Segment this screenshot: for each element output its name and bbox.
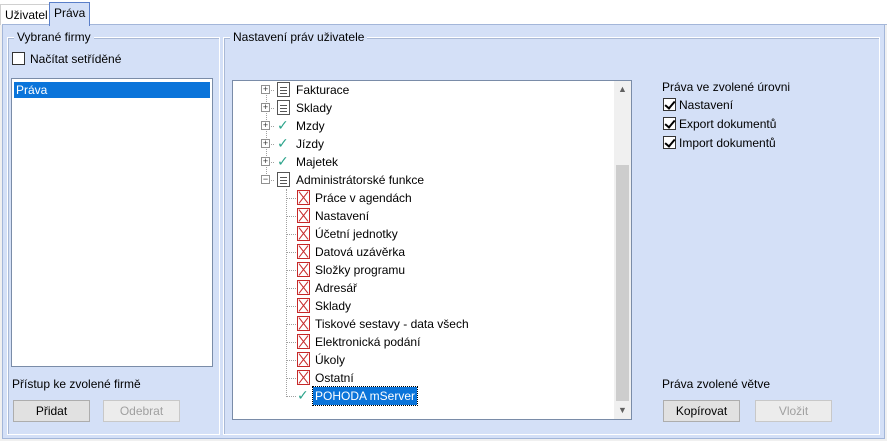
tree-node-label: Sklady bbox=[296, 101, 333, 115]
tree-node-label: Úkoly bbox=[315, 353, 346, 367]
checkmark-icon: ✓ bbox=[297, 387, 309, 403]
sort-checkbox-label: Načítat setříděné bbox=[30, 52, 122, 66]
add-button[interactable]: Přidat bbox=[13, 400, 90, 422]
tree-node-jizdy[interactable]: + ✓ Jízdy bbox=[233, 135, 613, 153]
user-rights-title: Nastavení práv uživatele bbox=[230, 30, 368, 44]
expand-icon[interactable]: + bbox=[261, 103, 270, 112]
level-option-nastaveni-checkbox[interactable] bbox=[663, 98, 676, 111]
denied-icon bbox=[297, 226, 310, 241]
denied-icon bbox=[297, 190, 310, 205]
scroll-down-icon[interactable]: ▼ bbox=[614, 402, 631, 419]
tree-node-label: Účetní jednotky bbox=[315, 227, 398, 241]
tree-node-label: Práce v agendách bbox=[315, 191, 412, 205]
paste-button[interactable]: Vložit bbox=[755, 400, 832, 422]
expand-icon[interactable]: + bbox=[261, 139, 270, 148]
tree-node-tiskove-sestavy[interactable]: Tiskové sestavy - data všech bbox=[233, 315, 613, 333]
level-option-export-label: Export dokumentů bbox=[679, 117, 777, 131]
level-option-import-checkbox[interactable] bbox=[663, 136, 676, 149]
tree-node-label: Mzdy bbox=[296, 119, 325, 133]
checkmark-icon: ✓ bbox=[277, 117, 289, 133]
tree-node-label: Datová uzávěrka bbox=[315, 245, 406, 259]
tree-node-ucetni-jednotky[interactable]: Účetní jednotky bbox=[233, 225, 613, 243]
level-option-nastaveni-label: Nastavení bbox=[679, 98, 734, 112]
denied-icon bbox=[297, 334, 310, 349]
expand-icon[interactable]: + bbox=[261, 157, 270, 166]
tree-node-label: Složky programu bbox=[315, 263, 406, 277]
tree-node-label: Fakturace bbox=[296, 83, 350, 97]
document-icon bbox=[277, 100, 290, 115]
companies-list[interactable]: Práva bbox=[11, 78, 213, 367]
tree-node-datova-uzaverka[interactable]: Datová uzávěrka bbox=[233, 243, 613, 261]
tree-node-label: Majetek bbox=[296, 155, 339, 169]
document-icon bbox=[277, 82, 290, 97]
tree-node-label: Ostatní bbox=[315, 371, 354, 385]
denied-icon bbox=[297, 298, 310, 313]
denied-icon bbox=[297, 262, 310, 277]
sort-checkbox[interactable] bbox=[12, 52, 25, 65]
tree-node-label: POHODA mServer bbox=[311, 386, 419, 406]
tree-node-pohoda-mserver[interactable]: ✓ POHODA mServer bbox=[233, 386, 613, 406]
tree-node-majetek[interactable]: + ✓ Majetek bbox=[233, 153, 613, 171]
tree-node-adresar[interactable]: Adresář bbox=[233, 279, 613, 297]
denied-icon bbox=[297, 280, 310, 295]
tree-node-mzdy[interactable]: + ✓ Mzdy bbox=[233, 117, 613, 135]
expand-icon[interactable]: + bbox=[261, 85, 270, 94]
denied-icon bbox=[297, 316, 310, 331]
tree-node-label: Jízdy bbox=[296, 137, 325, 151]
document-icon bbox=[277, 172, 290, 187]
tree-node-prace-v-agendach[interactable]: Práce v agendách bbox=[233, 189, 613, 207]
copy-button[interactable]: Kopírovat bbox=[663, 400, 740, 422]
expand-icon[interactable]: + bbox=[261, 121, 270, 130]
rights-tree[interactable]: + Fakturace + Sklady + ✓ Mzdy + ✓ Jízdy … bbox=[232, 80, 632, 420]
denied-icon bbox=[297, 244, 310, 259]
tree-node-label: Sklady bbox=[315, 299, 352, 313]
level-option-import-label: Import dokumentů bbox=[679, 136, 776, 150]
tree-node-label: Nastavení bbox=[315, 209, 370, 223]
tree-node-fakturace[interactable]: + Fakturace bbox=[233, 81, 613, 99]
tree-node-nastaveni[interactable]: Nastavení bbox=[233, 207, 613, 225]
selected-companies-title: Vybrané firmy bbox=[14, 30, 94, 44]
checkmark-icon: ✓ bbox=[277, 153, 289, 169]
level-rights-title: Práva ve zvolené úrovni bbox=[662, 80, 791, 94]
denied-icon bbox=[297, 352, 310, 367]
remove-button[interactable]: Odebrat bbox=[103, 400, 180, 422]
denied-icon bbox=[297, 208, 310, 223]
tree-node-label: Adresář bbox=[315, 281, 358, 295]
tree-node-admin[interactable]: − Administrátorské funkce bbox=[233, 171, 613, 189]
tree-node-ukoly[interactable]: Úkoly bbox=[233, 351, 613, 369]
level-option-export-checkbox[interactable] bbox=[663, 117, 676, 130]
list-item[interactable]: Práva bbox=[14, 82, 210, 98]
tree-node-elektronicka-podani[interactable]: Elektronická podání bbox=[233, 333, 613, 351]
tab-uzivatel[interactable]: Uživatel bbox=[0, 4, 53, 25]
checkmark-icon: ✓ bbox=[277, 135, 289, 151]
denied-icon bbox=[297, 370, 310, 385]
tab-strip: Uživatel Práva bbox=[0, 0, 887, 26]
tree-node-sklady[interactable]: + Sklady bbox=[233, 99, 613, 117]
branch-rights-title: Práva zvolené větve bbox=[662, 377, 771, 391]
tree-node-label: Elektronická podání bbox=[315, 335, 421, 349]
scroll-thumb[interactable] bbox=[616, 165, 629, 401]
tree-node-ostatni[interactable]: Ostatní bbox=[233, 369, 613, 387]
tree-scrollbar[interactable]: ▲ ▼ bbox=[614, 81, 631, 419]
scroll-up-icon[interactable]: ▲ bbox=[614, 81, 631, 98]
collapse-icon[interactable]: − bbox=[261, 175, 270, 184]
tree-node-slozky-programu[interactable]: Složky programu bbox=[233, 261, 613, 279]
selected-companies-group: Vybrané firmy Načítat setříděné Práva Př… bbox=[7, 30, 220, 435]
tree-node-label: Tiskové sestavy - data všech bbox=[315, 317, 469, 331]
tab-prava[interactable]: Práva bbox=[49, 2, 91, 26]
tree-node-label: Administrátorské funkce bbox=[296, 173, 425, 187]
tree-node-sklady-admin[interactable]: Sklady bbox=[233, 297, 613, 315]
access-label: Přístup ke zvolené firmě bbox=[12, 377, 141, 391]
